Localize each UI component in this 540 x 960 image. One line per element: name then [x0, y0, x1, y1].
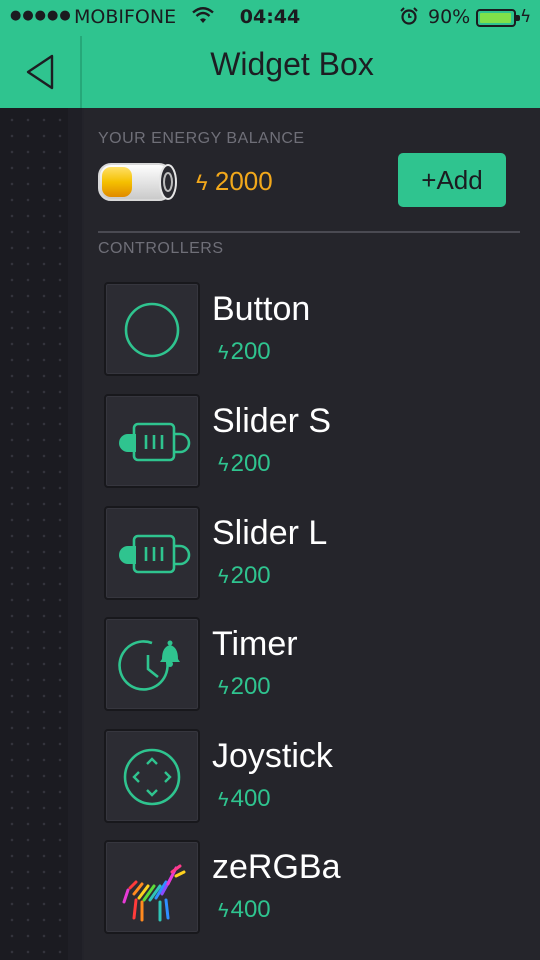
widget-tile[interactable] — [104, 506, 200, 600]
widget-tile[interactable] — [104, 394, 200, 488]
widget-cost: ϟ200 — [218, 450, 271, 477]
widget-name: zeRGBa — [212, 848, 341, 886]
widget-cost: ϟ400 — [218, 896, 271, 923]
widget-name: Button — [212, 290, 311, 328]
alarm-icon — [400, 7, 418, 25]
section-divider — [98, 231, 520, 233]
button-circle-icon — [124, 302, 180, 358]
widget-tile[interactable] — [104, 282, 200, 376]
battery-indicator-icon — [476, 9, 520, 27]
slider-icon — [119, 534, 191, 574]
widget-item-zergba[interactable]: zeRGBa ϟ400 — [104, 840, 520, 934]
widget-name: Slider S — [212, 402, 332, 440]
widget-item-joystick[interactable]: Joystick ϟ400 — [104, 729, 520, 823]
widget-name: Timer — [212, 625, 298, 663]
controllers-section-label: CONTROLLERS — [98, 240, 224, 257]
widget-cost: ϟ200 — [218, 338, 271, 365]
app-header: ●●●●● MOBIFONE 04:44 90% ϟ Widget Box — [0, 0, 540, 108]
joystick-icon — [123, 748, 181, 806]
widget-item-timer[interactable]: Timer ϟ200 — [104, 617, 520, 711]
battery-fill — [480, 13, 511, 23]
widget-cost: ϟ200 — [218, 562, 271, 589]
widget-cost: ϟ200 — [218, 673, 271, 700]
status-bar: ●●●●● MOBIFONE 04:44 90% ϟ — [0, 0, 540, 36]
project-canvas-edge — [0, 108, 82, 960]
widget-item-slider-l[interactable]: Slider L ϟ200 — [104, 506, 520, 600]
add-energy-button[interactable]: +Add — [398, 153, 506, 207]
widget-cost: ϟ400 — [218, 785, 271, 812]
energy-balance-value: ϟ 2000 — [196, 166, 273, 196]
energy-battery-icon — [98, 163, 177, 201]
widget-name: Slider L — [212, 514, 328, 552]
timer-clock-icon — [118, 640, 180, 691]
widget-tile[interactable] — [104, 617, 200, 711]
widget-item-button[interactable]: Button ϟ200 — [104, 282, 520, 376]
battery-percent: 90% — [428, 6, 471, 28]
slider-icon — [119, 422, 191, 462]
widget-tile[interactable] — [104, 840, 200, 934]
energy-balance-label: YOUR ENERGY BALANCE — [98, 130, 305, 147]
back-triangle-icon[interactable] — [22, 52, 58, 92]
back-area[interactable] — [0, 36, 82, 108]
widget-tile[interactable] — [104, 729, 200, 823]
widget-name: Joystick — [212, 737, 333, 775]
page-title: Widget Box — [210, 46, 374, 82]
charging-bolt-icon: ϟ — [520, 7, 532, 27]
widget-item-slider-s[interactable]: Slider S ϟ200 — [104, 394, 520, 488]
zebra-rgb-icon — [122, 864, 186, 922]
